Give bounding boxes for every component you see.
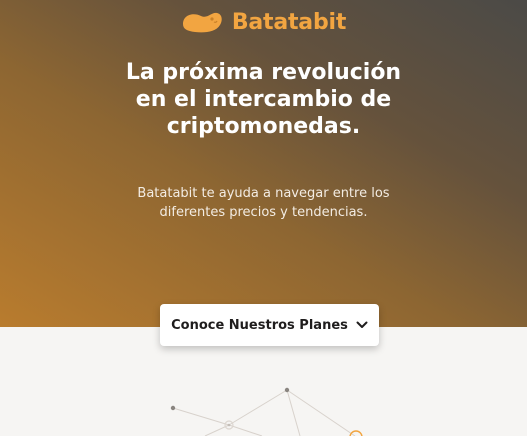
network-node	[284, 387, 290, 393]
hero-section: Batatabit La próxima revolución en el in…	[0, 0, 527, 327]
network-node	[227, 423, 231, 427]
plans-button[interactable]: Conoce Nuestros Planes	[160, 304, 379, 346]
headline-line: criptomonedas.	[166, 114, 361, 139]
plans-button-label: Conoce Nuestros Planes	[171, 317, 348, 333]
network-node	[170, 405, 176, 411]
headline-line: en el intercambio de	[135, 87, 392, 112]
headline-line: La próxima revolución	[125, 60, 402, 85]
brand-logo[interactable]: Batatabit	[0, 9, 527, 35]
subtitle-line: Batatabit te ayuda a navegar entre los	[137, 186, 390, 201]
subtitle-line: diferentes precios y tendencias.	[159, 205, 368, 220]
brand-name: Batatabit	[231, 9, 347, 35]
landing-page: Batatabit La próxima revolución en el in…	[0, 0, 527, 436]
network-node	[349, 430, 363, 436]
hero-subtitle: Batatabit te ayuda a navegar entre los d…	[0, 184, 527, 222]
batata-logo-icon	[182, 12, 222, 33]
chevron-down-icon	[356, 321, 368, 328]
hero-headline: La próxima revolución en el intercambio …	[0, 59, 527, 140]
